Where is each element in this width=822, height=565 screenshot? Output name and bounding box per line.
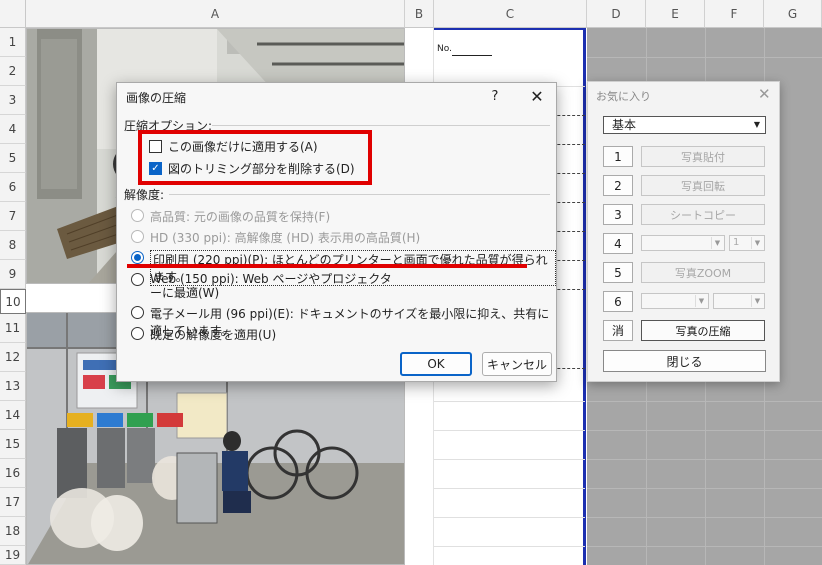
chevron-down-icon[interactable]: ▼ bbox=[751, 119, 763, 131]
select-all-corner[interactable] bbox=[0, 0, 26, 28]
c-row-line bbox=[434, 430, 585, 431]
paste-photo-button[interactable]: 写真貼付 bbox=[641, 146, 765, 167]
chevron-down-icon[interactable]: ▼ bbox=[751, 237, 763, 249]
column-header-c[interactable]: C bbox=[434, 0, 587, 28]
c-row-line bbox=[434, 459, 585, 460]
section-divider bbox=[212, 125, 550, 126]
row-header-2[interactable]: 2 bbox=[0, 57, 26, 86]
dialog-close-icon[interactable]: ✕ bbox=[525, 85, 549, 107]
cancel-button[interactable]: キャンセル bbox=[482, 352, 552, 376]
row-header-16[interactable]: 16 bbox=[0, 459, 26, 488]
radio-label: 既定の解像度を適用(U) bbox=[150, 328, 277, 342]
slot-6-combo-a[interactable]: ▼ bbox=[641, 293, 709, 309]
radio-default-resolution[interactable]: 既定の解像度を適用(U) bbox=[131, 326, 276, 343]
row-header-1[interactable]: 1 bbox=[0, 28, 26, 57]
red-underline bbox=[127, 264, 527, 268]
row-header-5[interactable]: 5 bbox=[0, 144, 26, 173]
grid-row-line bbox=[587, 57, 822, 58]
resolution-heading: 解像度: bbox=[124, 188, 165, 202]
radio-web-150[interactable]: Web (150 ppi): Web ページやプロジェクターに最適(W) bbox=[131, 272, 403, 300]
section-divider bbox=[169, 194, 550, 195]
radio-circle[interactable] bbox=[131, 209, 144, 222]
grid-row-line bbox=[587, 459, 822, 460]
c-row-line bbox=[434, 488, 585, 489]
row-header-7[interactable]: 7 bbox=[0, 202, 26, 231]
preset-select[interactable]: 基本 ▼ bbox=[603, 116, 766, 134]
help-icon[interactable]: ? bbox=[485, 86, 505, 106]
slot-3-button[interactable]: 3 bbox=[603, 204, 633, 225]
preset-value: 基本 bbox=[612, 118, 637, 132]
grid-row-line bbox=[587, 488, 822, 489]
grid-row-line bbox=[587, 401, 822, 402]
row-header-12[interactable]: 12 bbox=[0, 343, 26, 372]
radio-circle[interactable] bbox=[131, 306, 144, 319]
radio-circle-selected[interactable] bbox=[131, 251, 144, 264]
slot-2-button[interactable]: 2 bbox=[603, 175, 633, 196]
slot-1-button[interactable]: 1 bbox=[603, 146, 633, 167]
compress-pictures-dialog: 画像の圧縮 ? ✕ 圧縮オプション: この画像だけに適用する(A) ✓ 図のトリ… bbox=[116, 82, 557, 382]
compress-photo-button[interactable]: 写真の圧縮 bbox=[641, 320, 765, 341]
c-row-line bbox=[434, 517, 585, 518]
slot-4-combo-b[interactable]: 1 ▼ bbox=[729, 235, 765, 251]
row-header-15[interactable]: 15 bbox=[0, 430, 26, 459]
row-header-11[interactable]: 11 bbox=[0, 314, 26, 343]
radio-circle[interactable] bbox=[131, 230, 144, 243]
radio-circle[interactable] bbox=[131, 327, 144, 340]
favorites-close-icon[interactable]: ✕ bbox=[758, 85, 771, 103]
cell-c1-no-label: No. bbox=[437, 44, 452, 54]
slot-4-combo-b-value: 1 bbox=[733, 237, 740, 248]
column-header-d[interactable]: D bbox=[587, 0, 646, 28]
rotate-photo-button[interactable]: 写真回転 bbox=[641, 175, 765, 196]
chevron-down-icon[interactable]: ▼ bbox=[695, 295, 707, 307]
cell-c1-underline bbox=[452, 55, 492, 56]
favorites-title: お気に入り bbox=[596, 90, 651, 103]
slot-4-combo-a[interactable]: ▼ bbox=[641, 235, 725, 251]
row-header-3[interactable]: 3 bbox=[0, 86, 26, 115]
c-row-line bbox=[434, 546, 585, 547]
column-header-g[interactable]: G bbox=[764, 0, 822, 28]
radio-high-fidelity[interactable]: 高品質: 元の画像の品質を保持(F) bbox=[131, 208, 330, 225]
close-panel-button[interactable]: 閉じる bbox=[603, 350, 766, 372]
row-header-6[interactable]: 6 bbox=[0, 173, 26, 202]
row-header-4[interactable]: 4 bbox=[0, 115, 26, 144]
slot-6-button[interactable]: 6 bbox=[603, 291, 633, 312]
slot-6-combo-b[interactable]: ▼ bbox=[713, 293, 765, 309]
row-header-17[interactable]: 17 bbox=[0, 488, 26, 517]
chevron-down-icon[interactable]: ▼ bbox=[711, 237, 723, 249]
radio-circle[interactable] bbox=[131, 273, 144, 286]
clear-button[interactable]: 消 bbox=[603, 320, 633, 341]
c-row-line bbox=[434, 401, 585, 402]
row-header-8[interactable]: 8 bbox=[0, 231, 26, 260]
row-header-10[interactable]: 10 bbox=[0, 289, 26, 314]
column-header-f[interactable]: F bbox=[705, 0, 764, 28]
photo-zoom-button[interactable]: 写真ZOOM bbox=[641, 262, 765, 283]
favorites-panel: お気に入り ✕ 基本 ▼ 1 写真貼付 2 写真回転 3 シートコピー 4 ▼ … bbox=[587, 81, 780, 382]
column-header-a[interactable]: A bbox=[26, 0, 405, 28]
red-highlight-box bbox=[138, 130, 372, 185]
slot-5-button[interactable]: 5 bbox=[603, 262, 633, 283]
radio-hd-330[interactable]: HD (330 ppi): 高解像度 (HD) 表示用の高品質(H) bbox=[131, 229, 420, 246]
row-header-9[interactable]: 9 bbox=[0, 260, 26, 289]
dialog-title: 画像の圧縮 bbox=[126, 91, 187, 105]
chevron-down-icon[interactable]: ▼ bbox=[751, 295, 763, 307]
grid-row-line bbox=[587, 430, 822, 431]
row-header-13[interactable]: 13 bbox=[0, 372, 26, 401]
grid-row-line bbox=[587, 546, 822, 547]
radio-label: HD (330 ppi): 高解像度 (HD) 表示用の高品質(H) bbox=[150, 231, 421, 245]
radio-label: 高品質: 元の画像の品質を保持(F) bbox=[150, 210, 331, 224]
ok-button[interactable]: OK bbox=[400, 352, 472, 376]
column-header-b[interactable]: B bbox=[405, 0, 434, 28]
row-header-18[interactable]: 18 bbox=[0, 517, 26, 546]
row-header-19[interactable]: 19 bbox=[0, 546, 26, 565]
row-header-14[interactable]: 14 bbox=[0, 401, 26, 430]
column-header-e[interactable]: E bbox=[646, 0, 705, 28]
radio-label: Web (150 ppi): Web ページやプロジェクターに最適(W) bbox=[150, 272, 392, 300]
sheet-copy-button[interactable]: シートコピー bbox=[641, 204, 765, 225]
slot-4-button[interactable]: 4 bbox=[603, 233, 633, 254]
grid-row-line bbox=[587, 517, 822, 518]
